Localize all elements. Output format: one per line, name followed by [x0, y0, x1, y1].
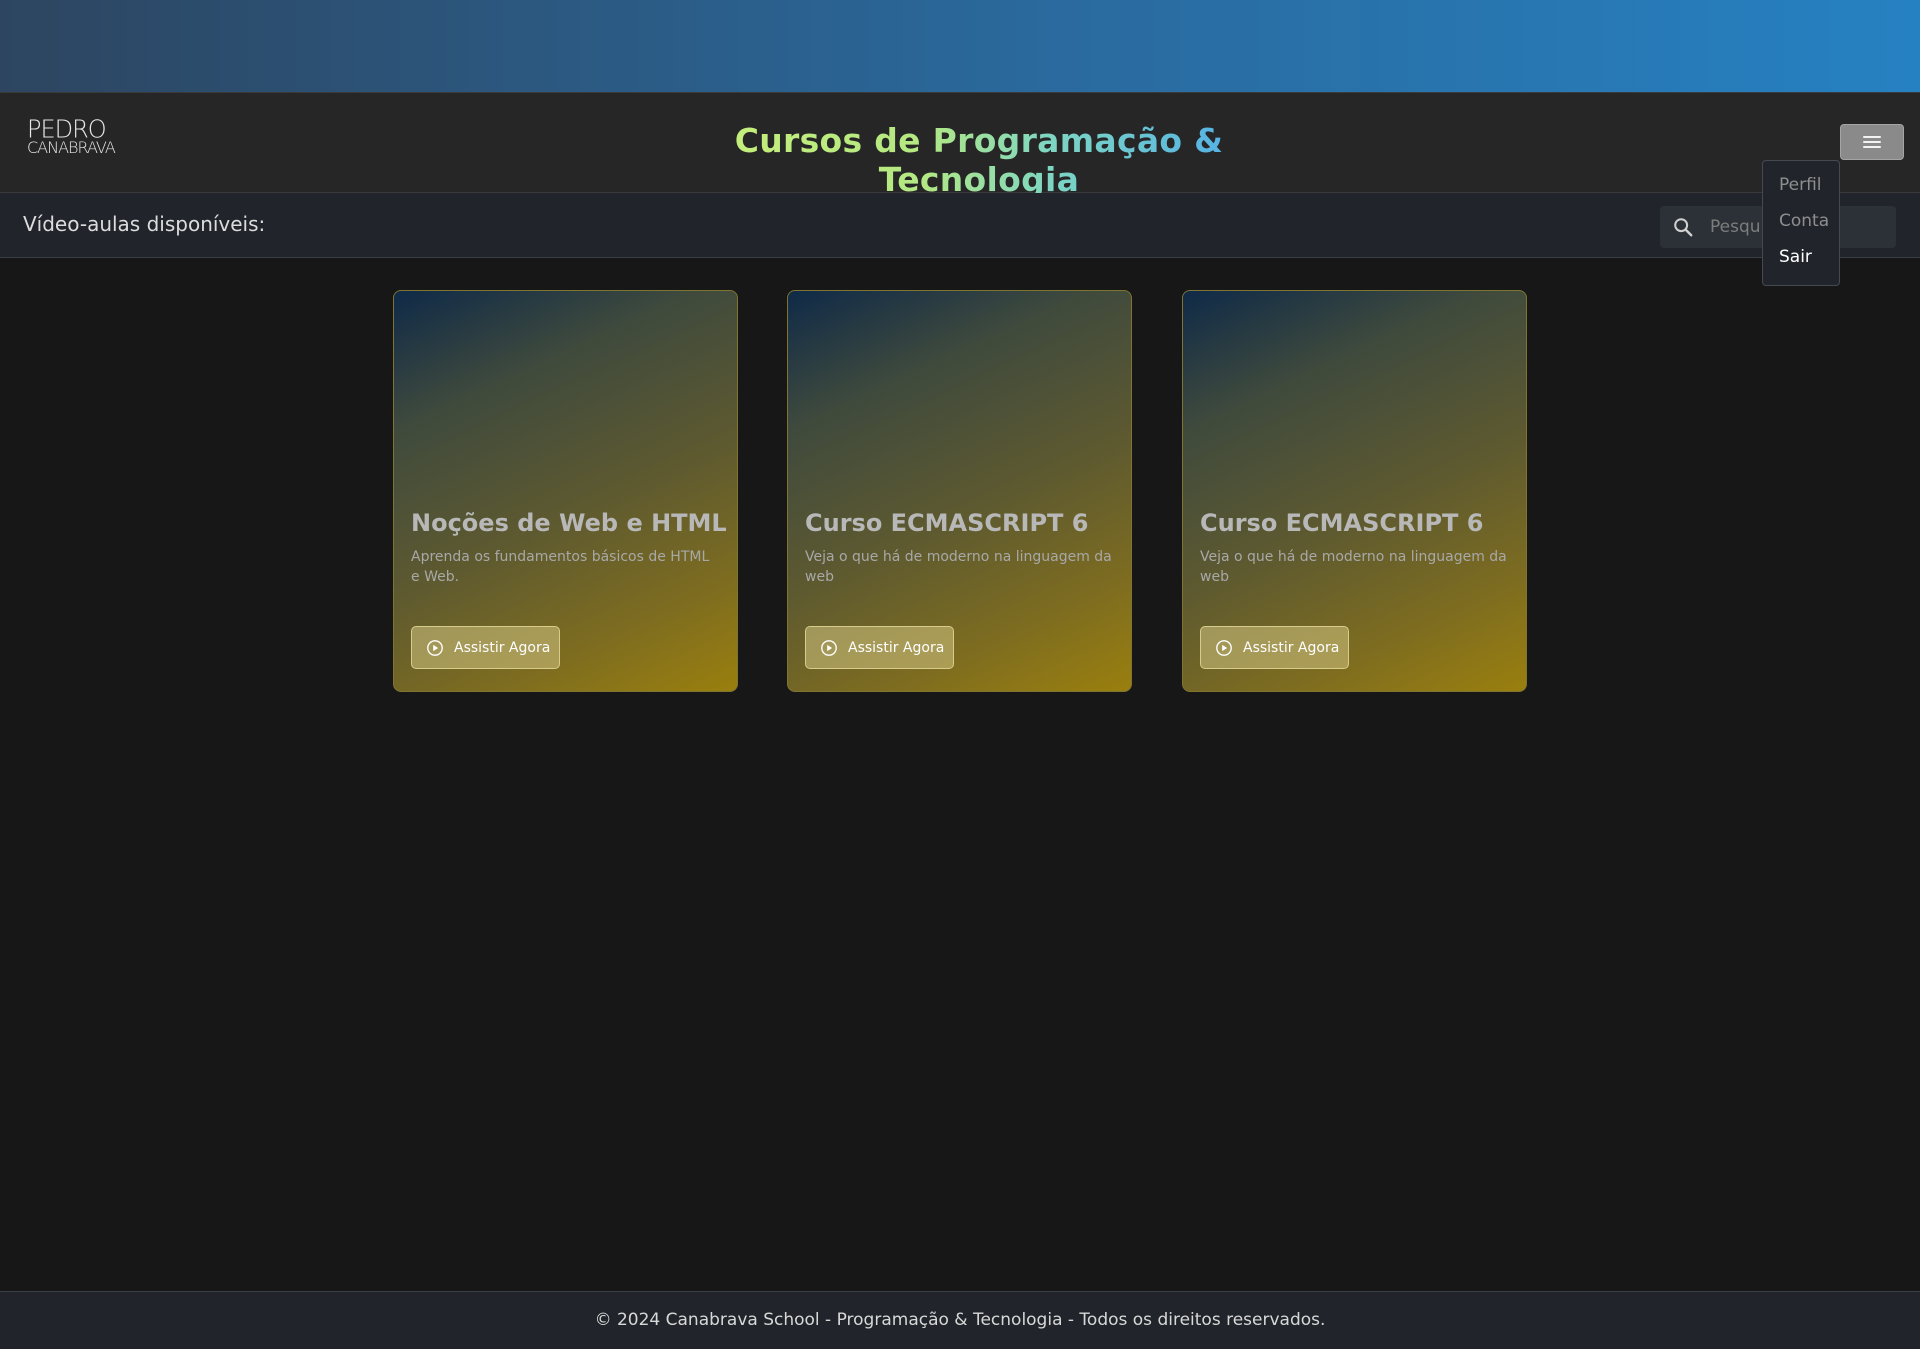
hamburger-icon — [1863, 136, 1881, 148]
search-icon — [1674, 218, 1693, 237]
top-gradient-bar — [0, 0, 1920, 92]
logo[interactable]: PEDRO CANABRAVA — [27, 114, 116, 163]
site-footer: © 2024 Canabrava School - Programação & … — [0, 1291, 1920, 1349]
card-description: Aprenda os fundamentos básicos de HTML e… — [411, 549, 710, 585]
watch-now-label: Assistir Agora — [848, 639, 945, 656]
course-card: Curso ECMASCRIPT 6 Veja o que há de mode… — [1182, 290, 1527, 692]
watch-now-button[interactable]: Assistir Agora — [411, 626, 560, 669]
card-title: Curso ECMASCRIPT 6 — [805, 509, 1089, 537]
page-title: Cursos de Programação & Tecnologia — [684, 121, 1274, 199]
play-circle-icon — [1216, 639, 1232, 656]
logo-line-1: PEDRO — [27, 114, 107, 144]
menu-item-perfil[interactable]: Perfil — [1763, 174, 1839, 210]
content-toolbar: Vídeo-aulas disponíveis: — [0, 193, 1920, 258]
watch-now-button[interactable]: Assistir Agora — [1200, 626, 1349, 669]
footer-copyright: © 2024 Canabrava School - Programação & … — [594, 1310, 1326, 1330]
watch-now-label: Assistir Agora — [1243, 639, 1340, 656]
play-circle-icon — [427, 639, 443, 656]
course-card: Curso ECMASCRIPT 6 Veja o que há de mode… — [787, 290, 1132, 692]
menu-item-sair[interactable]: Sair — [1763, 246, 1839, 282]
card-description: Veja o que há de moderno na linguagem da… — [805, 549, 1112, 585]
card-description: Veja o que há de moderno na linguagem da… — [1200, 549, 1507, 585]
section-label: Vídeo-aulas disponíveis: — [23, 212, 266, 236]
watch-now-button[interactable]: Assistir Agora — [805, 626, 954, 669]
card-title: Noções de Web e HTML — [411, 509, 727, 537]
card-title: Curso ECMASCRIPT 6 — [1200, 509, 1484, 537]
course-card: Noções de Web e HTML Aprenda os fundamen… — [393, 290, 738, 692]
menu-item-conta[interactable]: Conta — [1763, 210, 1839, 246]
menu-toggle-button[interactable] — [1840, 124, 1904, 160]
user-dropdown-menu: Perfil Conta Sair — [1762, 160, 1840, 286]
play-circle-icon — [821, 639, 837, 656]
course-card-grid: Noções de Web e HTML Aprenda os fundamen… — [0, 290, 1920, 692]
site-header: PEDRO CANABRAVA Cursos de Programação & … — [0, 92, 1920, 199]
watch-now-label: Assistir Agora — [454, 639, 551, 656]
